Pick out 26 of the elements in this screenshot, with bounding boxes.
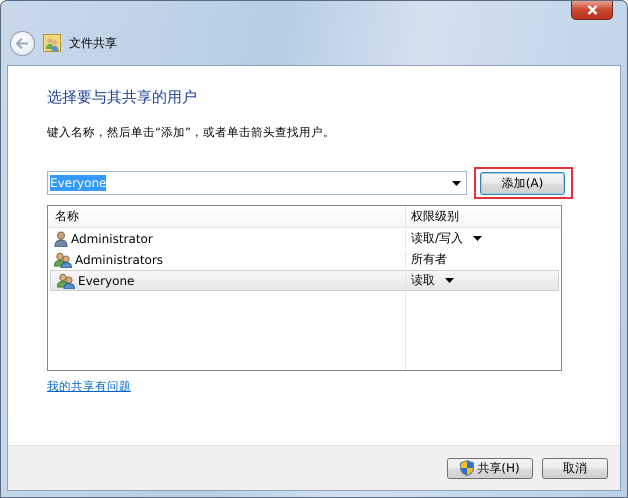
permission-cell[interactable]: 读取 — [405, 270, 559, 291]
users-icon — [57, 272, 75, 288]
shared-users-icon — [43, 34, 61, 52]
instruction-text: 键入名称，然后单击“添加”，或者单击箭头查找用户。 — [47, 125, 336, 140]
user-cell[interactable]: Everyone — [50, 270, 405, 291]
dialog-heading: 选择要与其共享的用户 — [47, 88, 198, 107]
back-button[interactable] — [10, 30, 35, 56]
close-icon — [586, 5, 598, 15]
window-title: 文件共享 — [69, 34, 117, 52]
user-icon — [54, 230, 68, 246]
help-link[interactable]: 我的共享有问题 — [47, 379, 131, 394]
user-cell[interactable]: Administrators — [48, 250, 405, 269]
dropdown-arrow-icon — [452, 180, 461, 186]
column-header[interactable]: 权限级别 — [405, 206, 561, 228]
dialog-button[interactable]: 取消 — [542, 458, 608, 478]
permission-cell[interactable]: 读取/写入 — [405, 229, 561, 248]
dialog-button[interactable]: 共享(H) — [447, 458, 533, 478]
permission-cell[interactable]: 所有者 — [405, 250, 561, 269]
add-button[interactable]: 添加(A) — [480, 172, 565, 195]
dropdown-arrow-icon — [473, 236, 482, 241]
back-arrow-icon — [16, 38, 29, 48]
dropdown-arrow-icon — [445, 278, 454, 283]
close-button[interactable] — [571, 1, 613, 20]
users-icon — [54, 252, 72, 268]
shield-icon — [460, 460, 474, 476]
user-cell[interactable]: Administrator — [48, 229, 405, 248]
